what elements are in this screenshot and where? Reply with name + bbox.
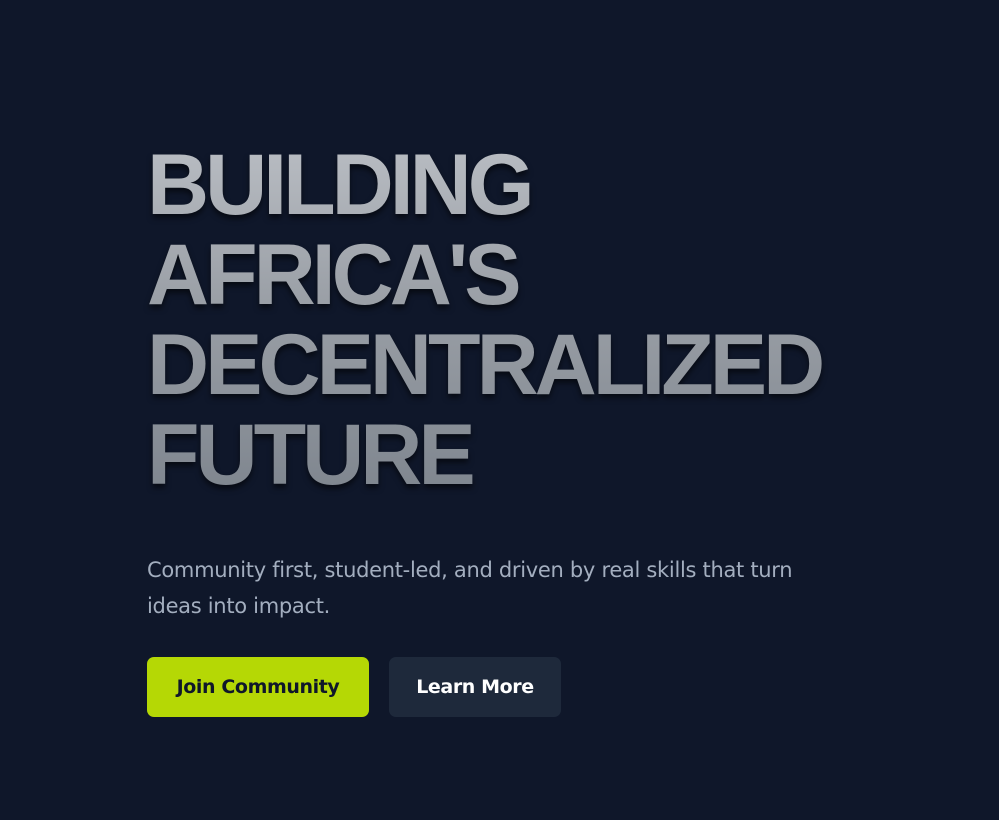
hero-subtitle: Community first, student-led, and driven… (147, 558, 793, 618)
hero-actions: Join Community Learn More (147, 657, 561, 717)
learn-more-button[interactable]: Learn More (389, 657, 561, 717)
hero-section: BUILDING AFRICA'S DECENTRALIZED FUTURE C… (147, 140, 867, 624)
join-community-button[interactable]: Join Community (147, 657, 369, 717)
headline-line: AFRICA'S (147, 227, 518, 323)
hero-headline: BUILDING AFRICA'S DECENTRALIZED FUTURE (147, 140, 867, 500)
headline-line: BUILDING (147, 137, 531, 233)
headline-line: DECENTRALIZED (147, 317, 822, 413)
headline-line: FUTURE (147, 407, 472, 503)
